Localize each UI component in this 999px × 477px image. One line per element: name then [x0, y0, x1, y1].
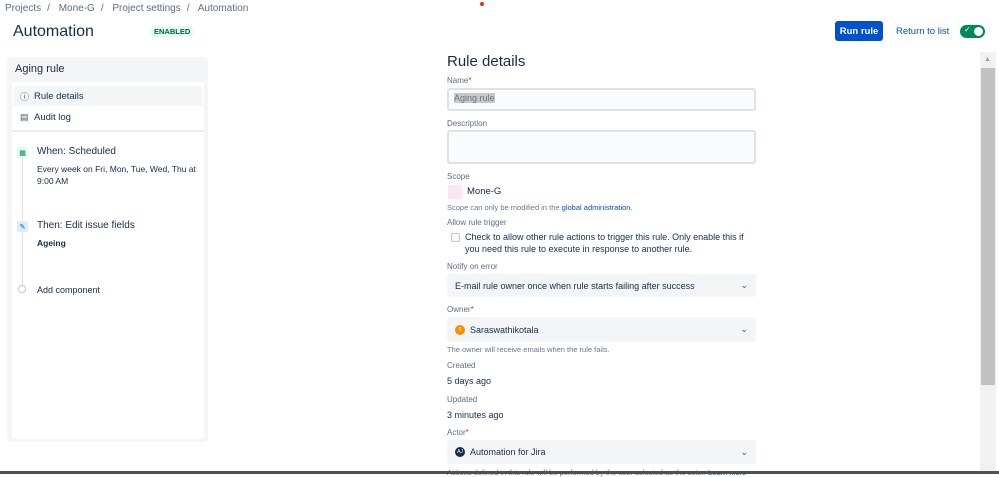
- description-input[interactable]: [447, 130, 756, 164]
- rule-name: Aging rule: [15, 63, 65, 75]
- nav-audit-log[interactable]: ▤ Audit log: [14, 107, 202, 127]
- notify-value: E-mail rule owner once when rule starts …: [455, 280, 695, 291]
- updated-label: Updated: [447, 395, 478, 404]
- status-badge: ENABLED: [151, 26, 194, 37]
- allow-trigger-label: Allow rule trigger: [447, 218, 507, 227]
- avatar: S: [455, 324, 465, 335]
- chevron-down-icon: ⌄: [740, 324, 748, 334]
- action-title[interactable]: Then: Edit issue fields: [37, 220, 135, 231]
- breadcrumb-automation[interactable]: Automation: [198, 3, 249, 14]
- created-value: 5 days ago: [447, 376, 492, 386]
- return-to-list-link[interactable]: Return to list: [896, 26, 949, 37]
- owner-value: Saraswathikotala: [470, 324, 539, 335]
- allow-trigger-checkbox[interactable]: [451, 233, 460, 242]
- rule-sidebar: Aging rule ⓘ Rule details ▤ Audit log ▦ Wh…: [7, 57, 208, 442]
- nav-label: Rule details: [34, 90, 84, 102]
- check-icon: ✓: [964, 25, 971, 34]
- notify-select[interactable]: E-mail rule owner once when rule starts …: [447, 274, 756, 297]
- actor-label: Actor*: [447, 428, 469, 437]
- trigger-detail: Every week on Fri, Mon, Tue, Wed, Thu at…: [37, 164, 196, 186]
- trigger-title[interactable]: When: Scheduled: [37, 146, 116, 157]
- owner-select[interactable]: S Saraswathikotala ⌄: [447, 317, 756, 342]
- scope-hint: Scope can only be modified in the global…: [447, 203, 633, 212]
- scrollbar-thumb[interactable]: [981, 68, 995, 385]
- owner-hint: The owner will receive emails when the r…: [447, 345, 610, 354]
- pencil-icon: ✎: [17, 221, 28, 232]
- action-detail: Ageing: [37, 238, 66, 248]
- add-component-button[interactable]: Add component: [37, 285, 100, 295]
- scrollbar[interactable]: ▲: [980, 52, 996, 474]
- info-icon: ⓘ: [20, 91, 30, 102]
- scroll-up-icon[interactable]: ▲: [984, 56, 991, 63]
- scope-label: Scope: [447, 172, 470, 181]
- rule-enabled-toggle[interactable]: ✓: [960, 25, 985, 38]
- actor-value: Automation for Jira: [470, 447, 546, 457]
- name-input[interactable]: Aging rule: [447, 88, 756, 111]
- project-avatar-icon: [448, 185, 462, 199]
- allow-trigger-text: Check to allow other rule actions to tri…: [465, 232, 744, 254]
- notification-dot: [480, 2, 484, 6]
- page-title: Automation: [13, 23, 94, 40]
- chevron-down-icon: ⌄: [740, 446, 748, 457]
- divider: [12, 130, 204, 132]
- form-heading: Rule details: [447, 53, 526, 70]
- nav-rule-details[interactable]: ⓘ Rule details: [14, 86, 202, 106]
- breadcrumb-project-settings[interactable]: Project settings: [112, 3, 180, 14]
- description-label: Description: [447, 119, 488, 128]
- updated-value: 3 minutes ago: [447, 410, 504, 420]
- scope-value: Mone-G: [467, 186, 502, 197]
- document-icon: ▤: [20, 111, 29, 122]
- breadcrumb-projects[interactable]: Projects: [5, 3, 41, 14]
- created-label: Created: [447, 361, 476, 370]
- calendar-icon: ▦: [17, 147, 28, 158]
- breadcrumb-project[interactable]: Mone-G: [59, 3, 95, 14]
- chevron-down-icon: ⌄: [740, 280, 748, 290]
- add-circle-icon: [18, 285, 26, 293]
- breadcrumb: Projects / Mone-G / Project settings / Auto…: [5, 3, 249, 14]
- name-value: Aging rule: [454, 93, 495, 103]
- avatar: AJ: [455, 447, 465, 457]
- global-administration-link[interactable]: global administration: [562, 203, 631, 212]
- actor-select[interactable]: AJ Automation for Jira ⌄: [447, 440, 756, 464]
- run-rule-button[interactable]: Run rule: [835, 21, 883, 41]
- nav-label: Audit log: [34, 111, 71, 123]
- notify-label: Notify on error: [447, 262, 498, 271]
- owner-label: Owner*: [447, 305, 474, 314]
- name-label: Name*: [447, 76, 472, 85]
